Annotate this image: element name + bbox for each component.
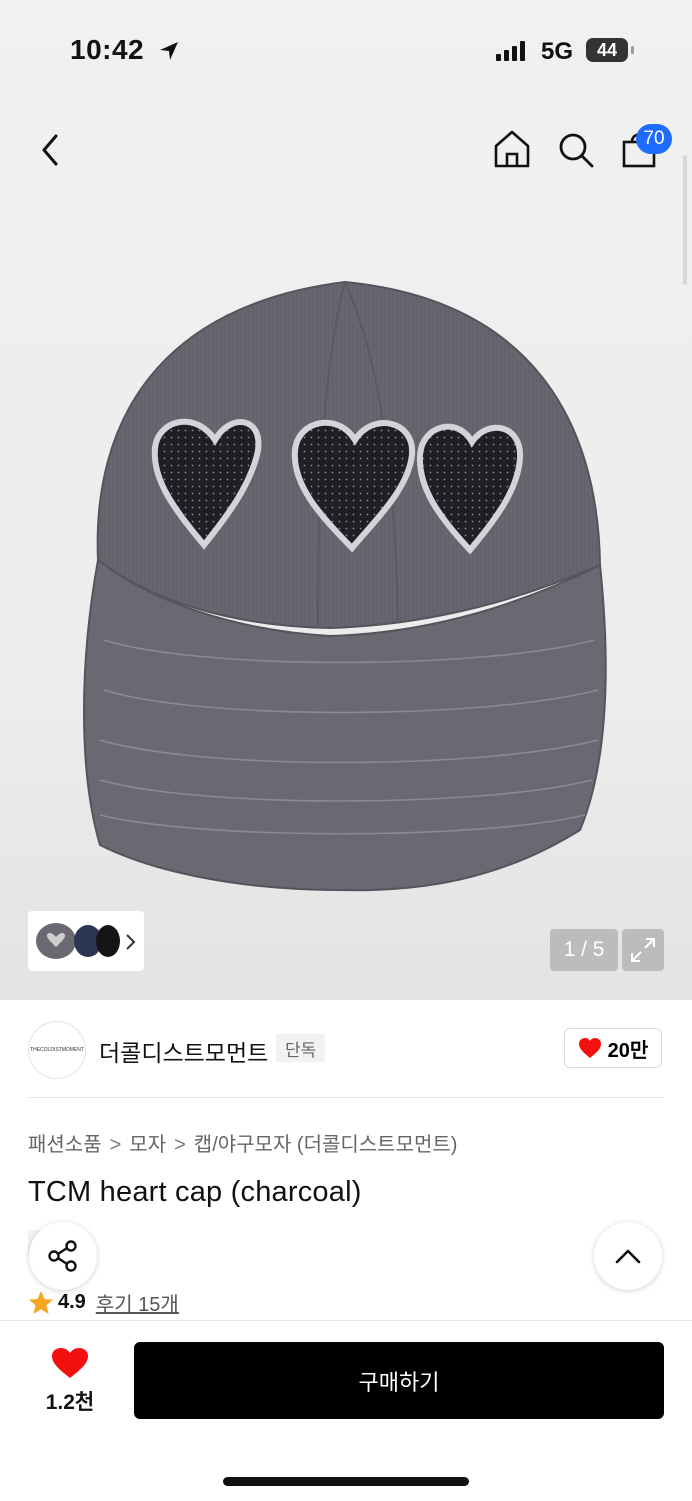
location-arrow-icon <box>160 42 178 60</box>
product-title: TCM heart cap (charcoal) <box>28 1176 362 1208</box>
brand-like-button[interactable]: 20만 <box>564 1028 662 1068</box>
share-icon <box>48 1240 77 1272</box>
network-label: 5G <box>541 38 574 65</box>
battery-cap <box>631 46 634 54</box>
brand-name[interactable]: 더콜디스트모먼트 <box>99 1034 268 1068</box>
expand-icon <box>631 938 655 962</box>
wishlist-button[interactable] <box>50 1346 90 1380</box>
brand-logo[interactable]: THECOLDISTMOMENT <box>28 1021 86 1079</box>
search-icon[interactable] <box>556 130 596 170</box>
divider <box>28 1097 664 1098</box>
battery-icon: 44 <box>586 38 628 62</box>
back-arrow-icon[interactable] <box>36 132 64 168</box>
heart-icon <box>578 1038 601 1058</box>
rating-row: 4.9 후기 15개 <box>28 1288 179 1317</box>
heart-icon <box>52 1348 88 1378</box>
signal-icon <box>496 41 525 61</box>
brand-like-count: 20만 <box>607 1039 649 1062</box>
star-icon <box>29 1290 53 1314</box>
breadcrumb-separator: > <box>174 1134 186 1156</box>
breadcrumb-level2[interactable]: 모자 <box>129 1134 166 1156</box>
breadcrumb-level3[interactable]: 캡/야구모자 (더콜디스트모먼트) <box>194 1134 458 1156</box>
scrollbar[interactable] <box>683 155 687 285</box>
buy-button[interactable]: 구매하기 <box>134 1342 664 1419</box>
home-icon[interactable] <box>492 128 532 170</box>
breadcrumb-separator: > <box>109 1134 122 1156</box>
wishlist-count: 1.2천 <box>45 1391 95 1414</box>
status-time: 10:42 <box>70 34 145 65</box>
home-indicator <box>223 1477 469 1486</box>
share-button[interactable] <box>29 1222 97 1290</box>
thumbnail-strip[interactable] <box>28 911 144 971</box>
cart-count-badge: 70 <box>636 124 672 154</box>
image-counter: 1 / 5 <box>550 929 618 971</box>
rating-score: 4.9 <box>58 1291 86 1313</box>
thumbnail-images <box>36 923 120 959</box>
review-count-link[interactable]: 후기 15개 <box>96 1288 179 1317</box>
expand-button[interactable] <box>622 929 664 971</box>
breadcrumb: 패션소품 > 모자 > 캡/야구모자 (더콜디스트모먼트) <box>28 1128 457 1157</box>
breadcrumb-level1[interactable]: 패션소품 <box>28 1134 102 1156</box>
chevron-up-icon <box>615 1249 641 1264</box>
chevron-right-icon <box>126 934 136 950</box>
brand-logo-text: THECOLDISTMOMENT <box>30 1047 84 1053</box>
brand-exclusive-tag: 단독 <box>276 1034 326 1062</box>
scroll-top-button[interactable] <box>594 1222 662 1290</box>
product-image-gallery[interactable]: 10:42 5G 44 70 1 / 5 <box>0 0 692 1000</box>
